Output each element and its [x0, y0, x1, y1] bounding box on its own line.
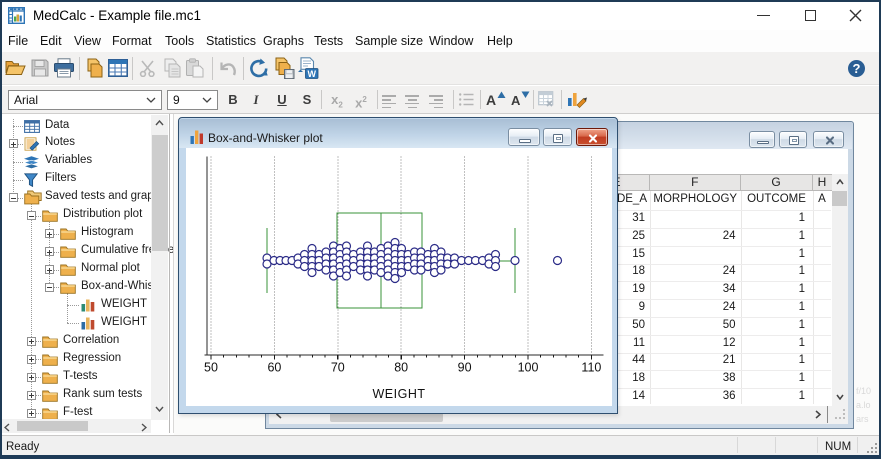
svg-text:70: 70: [330, 360, 344, 374]
svg-text:W: W: [307, 69, 316, 79]
svg-text:100: 100: [517, 360, 538, 374]
svg-text:60: 60: [267, 360, 281, 374]
svg-text:50: 50: [204, 360, 218, 374]
svg-text:110: 110: [581, 360, 601, 374]
svg-text:90: 90: [457, 360, 471, 374]
svg-text:WEIGHT: WEIGHT: [372, 387, 425, 401]
svg-text:80: 80: [394, 360, 408, 374]
